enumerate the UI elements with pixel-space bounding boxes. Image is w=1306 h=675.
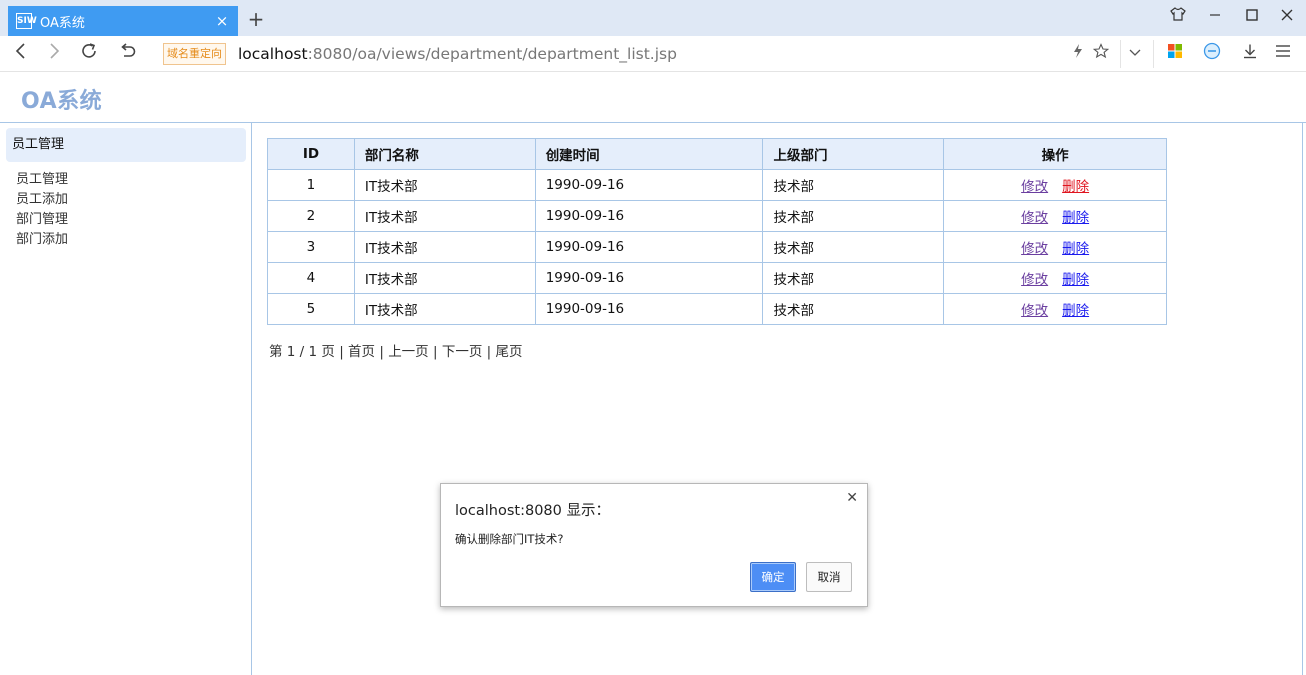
domain-redirect-badge[interactable]: 域名重定向 (163, 43, 226, 65)
column-header-id: ID (267, 138, 355, 170)
app-logo: OA系统 (21, 89, 103, 114)
cell-name: IT技术部 (353, 262, 536, 294)
close-window-icon[interactable] (1275, 6, 1299, 30)
cell-parent: 技术部 (762, 169, 945, 201)
sidebar-section-header[interactable]: 员工管理 (6, 128, 246, 162)
cell-id: 4 (267, 262, 355, 294)
back-arrow-icon[interactable] (8, 41, 34, 67)
frame-right-border (1302, 122, 1303, 675)
last-page-link[interactable]: 尾页 (495, 344, 522, 360)
cell-id: 3 (267, 231, 355, 263)
cell-created: 1990-09-16 (534, 200, 764, 232)
next-page-link[interactable]: 下一页 (442, 344, 483, 360)
table-row: 4 IT技术部 1990-09-16 技术部 修改 删除 (267, 262, 1167, 294)
column-header-ops: 操作 (943, 138, 1167, 170)
browser-tab-strip: SIW OA系统 × + (0, 0, 1306, 36)
dialog-message: 确认删除部门IT技术? (455, 532, 564, 546)
sidebar-links: 员工管理 员工添加 部门管理 部门添加 (16, 170, 68, 250)
delete-link[interactable]: 删除 (1062, 272, 1089, 288)
edit-link[interactable]: 修改 (1021, 272, 1048, 288)
toolbar-divider (1153, 40, 1154, 68)
download-icon[interactable] (1238, 42, 1262, 66)
prev-page-link[interactable]: 上一页 (388, 344, 429, 360)
cell-ops: 修改 删除 (943, 169, 1167, 201)
edit-link[interactable]: 修改 (1021, 303, 1048, 319)
edit-link[interactable]: 修改 (1021, 179, 1048, 195)
delete-link[interactable]: 删除 (1062, 210, 1089, 226)
cell-parent: 技术部 (762, 200, 945, 232)
browser-nav-bar: 域名重定向 localhost:8080/oa/views/department… (0, 36, 1306, 72)
forward-arrow-icon[interactable] (41, 41, 67, 67)
bookmark-star-icon[interactable] (1089, 42, 1113, 66)
reload-icon[interactable] (76, 41, 102, 67)
cell-parent: 技术部 (762, 262, 945, 294)
toolbar-divider (1120, 40, 1121, 68)
pagination: 第 1 / 1 页 | 首页 | 上一页 | 下一页 | 尾页 (269, 344, 523, 360)
department-table: ID 部门名称 创建时间 上级部门 操作 1 IT技术部 1990-09-16 … (267, 138, 1167, 325)
browser-tab-active[interactable]: SIW OA系统 × (8, 6, 238, 36)
page-info: 第 1 / 1 页 (269, 344, 335, 360)
edit-link[interactable]: 修改 (1021, 210, 1048, 226)
dialog-title: localhost:8080 显示： (455, 503, 610, 519)
dialog-close-icon[interactable]: ✕ (846, 490, 858, 506)
confirm-dialog: localhost:8080 显示： ✕ 确认删除部门IT技术? 确定 取消 (440, 483, 868, 607)
column-header-parent: 上级部门 (762, 138, 945, 170)
new-tab-plus-icon[interactable]: + (246, 8, 266, 30)
cell-name: IT技术部 (353, 169, 536, 201)
cell-name: IT技术部 (353, 200, 536, 232)
table-row: 5 IT技术部 1990-09-16 技术部 修改 删除 (267, 293, 1167, 325)
cell-id: 2 (267, 200, 355, 232)
minimize-icon[interactable] (1203, 6, 1227, 30)
cell-created: 1990-09-16 (534, 169, 764, 201)
lightning-mode-icon[interactable] (1066, 42, 1090, 66)
skin-shirt-icon[interactable] (1166, 6, 1190, 30)
sidebar-item-employee-manage[interactable]: 员工管理 (16, 170, 68, 190)
maximize-icon[interactable] (1240, 6, 1264, 30)
dialog-cancel-button[interactable]: 取消 (806, 562, 852, 592)
cell-created: 1990-09-16 (534, 293, 764, 325)
sidebar-item-department-manage[interactable]: 部门管理 (16, 210, 68, 230)
first-page-link[interactable]: 首页 (348, 344, 375, 360)
site-favicon-icon: SIW (16, 13, 37, 29)
cell-ops: 修改 删除 (943, 262, 1167, 294)
cell-ops: 修改 删除 (943, 200, 1167, 232)
cell-name: IT技术部 (353, 293, 536, 325)
cell-id: 5 (267, 293, 355, 325)
table-row: 2 IT技术部 1990-09-16 技术部 修改 删除 (267, 200, 1167, 232)
table-row: 1 IT技术部 1990-09-16 技术部 修改 删除 (267, 169, 1167, 201)
url-path: :8080/oa/views/department/department_lis… (307, 45, 677, 63)
tab-close-icon[interactable]: × (214, 12, 230, 30)
undo-close-tab-icon[interactable] (114, 41, 140, 67)
sidebar: 员工管理 员工管理 员工添加 部门管理 部门添加 (0, 122, 252, 675)
delete-link[interactable]: 删除 (1062, 303, 1089, 319)
apps-grid-icon[interactable] (1163, 42, 1187, 66)
delete-link[interactable]: 删除 (1062, 179, 1089, 195)
column-header-name: 部门名称 (353, 138, 536, 170)
cell-ops: 修改 删除 (943, 293, 1167, 325)
chevron-down-icon[interactable] (1123, 42, 1147, 66)
cell-id: 1 (267, 169, 355, 201)
adblock-minus-icon[interactable] (1200, 42, 1224, 66)
delete-link[interactable]: 删除 (1062, 241, 1089, 257)
cell-ops: 修改 删除 (943, 231, 1167, 263)
table-header-row: ID 部门名称 创建时间 上级部门 操作 (267, 138, 1167, 170)
address-bar-url[interactable]: localhost:8080/oa/views/department/depar… (238, 44, 677, 64)
dialog-ok-button[interactable]: 确定 (750, 562, 796, 592)
sidebar-item-department-add[interactable]: 部门添加 (16, 230, 68, 250)
cell-parent: 技术部 (762, 231, 945, 263)
cell-created: 1990-09-16 (534, 262, 764, 294)
menu-hamburger-icon[interactable] (1271, 42, 1295, 66)
cell-created: 1990-09-16 (534, 231, 764, 263)
url-host: localhost (238, 45, 308, 63)
tab-title: OA系统 (40, 15, 85, 31)
edit-link[interactable]: 修改 (1021, 241, 1048, 257)
cell-name: IT技术部 (353, 231, 536, 263)
table-row: 3 IT技术部 1990-09-16 技术部 修改 删除 (267, 231, 1167, 263)
cell-parent: 技术部 (762, 293, 945, 325)
column-header-created: 创建时间 (534, 138, 764, 170)
sidebar-item-employee-add[interactable]: 员工添加 (16, 190, 68, 210)
